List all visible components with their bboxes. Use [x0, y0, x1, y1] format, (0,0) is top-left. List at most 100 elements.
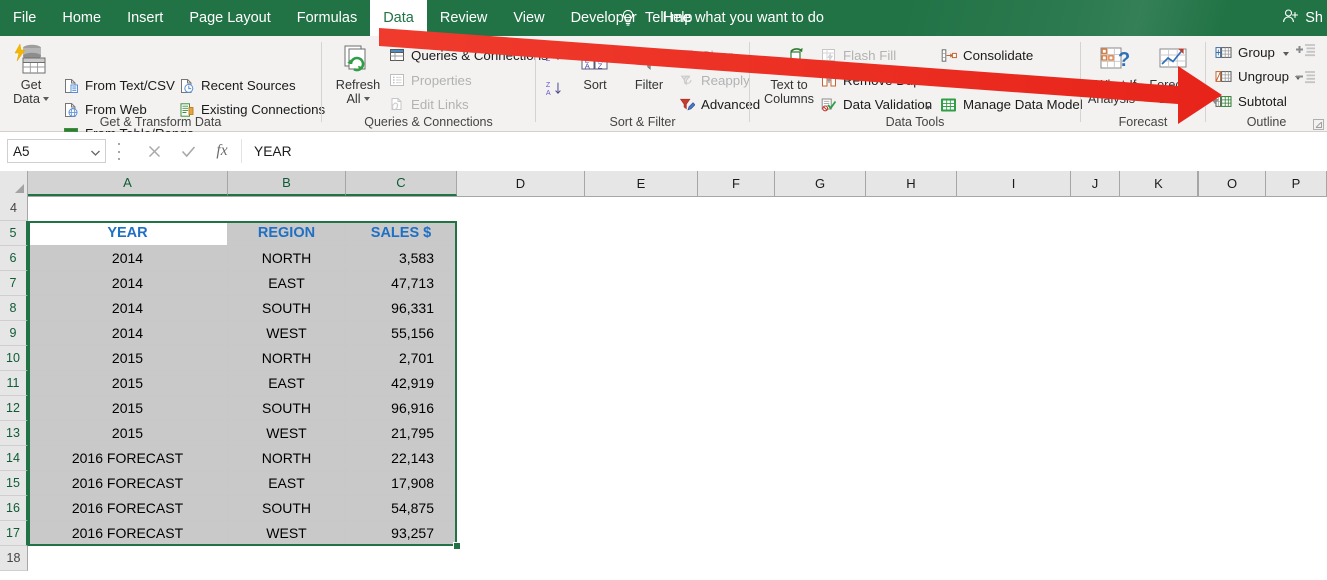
text-to-columns-button[interactable]: Text to Columns: [758, 42, 820, 106]
grid-cell[interactable]: WEST: [228, 321, 346, 346]
get-data-button[interactable]: Get Data: [6, 42, 56, 106]
row-header-16[interactable]: 16: [0, 496, 28, 521]
confirm-icon[interactable]: [171, 139, 205, 163]
share-button[interactable]: Sh: [1282, 0, 1323, 36]
grid-cell[interactable]: 2014: [28, 321, 228, 346]
grid-cell[interactable]: NORTH: [228, 446, 346, 471]
column-header-O[interactable]: O: [1198, 171, 1266, 196]
show-detail-button[interactable]: [1294, 42, 1316, 65]
what-if-analysis-button[interactable]: ? What-If Analysis: [1087, 42, 1145, 106]
chevron-down-icon[interactable]: [1138, 97, 1145, 101]
column-header-J[interactable]: J: [1071, 171, 1120, 196]
column-header-F[interactable]: F: [698, 171, 775, 196]
insert-function-icon[interactable]: fx: [205, 139, 239, 163]
row-header-15[interactable]: 15: [0, 471, 28, 496]
grid-cell[interactable]: 2015: [28, 396, 228, 421]
selection-fill-handle[interactable]: [453, 542, 461, 550]
consolidate-button[interactable]: Consolidate: [940, 47, 1033, 64]
advanced-filter-button[interactable]: Advanced: [678, 96, 760, 113]
grid-cell[interactable]: 2014: [28, 296, 228, 321]
grid-cell[interactable]: SOUTH: [228, 396, 346, 421]
row-header-18[interactable]: 18: [0, 546, 28, 571]
grid-cell[interactable]: 17,908: [346, 471, 457, 496]
subtotal-button[interactable]: Subtotal: [1215, 93, 1287, 110]
grid-cell[interactable]: 47,713: [346, 271, 457, 296]
sort-button[interactable]: Z A A Z Sort: [572, 42, 618, 92]
grid-cell[interactable]: 96,916: [346, 396, 457, 421]
column-header-I[interactable]: I: [957, 171, 1071, 196]
refresh-all-button[interactable]: Refresh All: [330, 42, 386, 106]
ribbon-tab-data[interactable]: Data: [370, 0, 427, 36]
sort-descending-button[interactable]: Z A: [545, 80, 562, 97]
group-button[interactable]: Group: [1215, 44, 1275, 61]
grid-cell[interactable]: WEST: [228, 521, 346, 546]
grid-cell[interactable]: SOUTH: [228, 496, 346, 521]
row-header-9[interactable]: 9: [0, 321, 28, 346]
manage-data-model-button[interactable]: Manage Data Model: [940, 96, 1083, 113]
ribbon-tab-view[interactable]: View: [500, 0, 557, 36]
column-header-D[interactable]: D: [457, 171, 585, 196]
grid-cell[interactable]: 2014: [28, 271, 228, 296]
chevron-down-icon[interactable]: [42, 97, 49, 101]
column-header-E[interactable]: E: [585, 171, 698, 196]
grid-cell[interactable]: 2,701: [346, 346, 457, 371]
ribbon-tab-formulas[interactable]: Formulas: [284, 0, 370, 36]
column-header-B[interactable]: B: [228, 171, 346, 196]
grid-cell[interactable]: SALES $: [346, 221, 457, 246]
cancel-icon[interactable]: [137, 139, 171, 163]
grid-cell[interactable]: 2015: [28, 421, 228, 446]
grid-cell[interactable]: 42,919: [346, 371, 457, 396]
grid-cell[interactable]: 2016 FORECAST: [28, 446, 228, 471]
grid-cell[interactable]: 54,875: [346, 496, 457, 521]
remove-duplicates-button[interactable]: Remove Dup...: [820, 72, 932, 89]
sort-ascending-button[interactable]: A Z: [545, 46, 562, 63]
recent-sources-button[interactable]: Recent Sources: [178, 77, 296, 94]
outline-dialog-launcher[interactable]: [1313, 117, 1324, 130]
row-header-4[interactable]: 4: [0, 196, 28, 221]
column-header-H[interactable]: H: [866, 171, 957, 196]
column-header-A[interactable]: A: [28, 171, 228, 196]
ribbon-tab-page-layout[interactable]: Page Layout: [176, 0, 283, 36]
chevron-down-icon[interactable]: [363, 97, 370, 101]
grid-cell[interactable]: 2015: [28, 371, 228, 396]
grid-cell[interactable]: 96,331: [346, 296, 457, 321]
ribbon-tab-file[interactable]: File: [0, 0, 49, 36]
grid-cell[interactable]: 2016 FORECAST: [28, 496, 228, 521]
forecast-sheet-button[interactable]: Forecast Sheet: [1147, 42, 1201, 106]
row-header-5[interactable]: 5: [0, 221, 28, 246]
grid-cell[interactable]: 93,257: [346, 521, 457, 546]
grid-cell[interactable]: 2016 FORECAST: [28, 521, 228, 546]
grid-cell[interactable]: 2016 FORECAST: [28, 471, 228, 496]
grid-cell[interactable]: 2014: [28, 246, 228, 271]
grid-cell[interactable]: 21,795: [346, 421, 457, 446]
grid-cell[interactable]: NORTH: [228, 246, 346, 271]
data-validation-button[interactable]: Data Validation: [820, 96, 932, 113]
ungroup-button[interactable]: Ungroup: [1215, 68, 1289, 85]
row-header-13[interactable]: 13: [0, 421, 28, 446]
column-header-G[interactable]: G: [775, 171, 866, 196]
ribbon-tab-review[interactable]: Review: [427, 0, 501, 36]
ribbon-tab-home[interactable]: Home: [49, 0, 114, 36]
grid-cell[interactable]: EAST: [228, 271, 346, 296]
row-header-11[interactable]: 11: [0, 371, 28, 396]
chevron-down-icon[interactable]: [1283, 52, 1289, 56]
grid-cell[interactable]: WEST: [228, 421, 346, 446]
grid-cell[interactable]: REGION: [228, 221, 346, 246]
grid-cell[interactable]: SOUTH: [228, 296, 346, 321]
from-text-csv-button[interactable]: From Text/CSV: [62, 77, 175, 94]
row-header-14[interactable]: 14: [0, 446, 28, 471]
name-box[interactable]: A5: [7, 139, 106, 163]
grid-cell[interactable]: EAST: [228, 371, 346, 396]
column-header-K[interactable]: K: [1120, 171, 1198, 196]
hide-detail-button[interactable]: [1294, 69, 1316, 92]
formula-input[interactable]: YEAR: [248, 139, 1319, 163]
filter-button[interactable]: Filter: [626, 42, 672, 92]
row-header-6[interactable]: 6: [0, 246, 28, 271]
chevron-down-icon[interactable]: [925, 106, 931, 110]
grid-cell[interactable]: 3,583: [346, 246, 457, 271]
select-all-corner[interactable]: [0, 171, 28, 196]
queries-connections-button[interactable]: Queries & Connections: [388, 47, 548, 64]
grid-cell[interactable]: EAST: [228, 471, 346, 496]
row-header-7[interactable]: 7: [0, 271, 28, 296]
row-header-8[interactable]: 8: [0, 296, 28, 321]
